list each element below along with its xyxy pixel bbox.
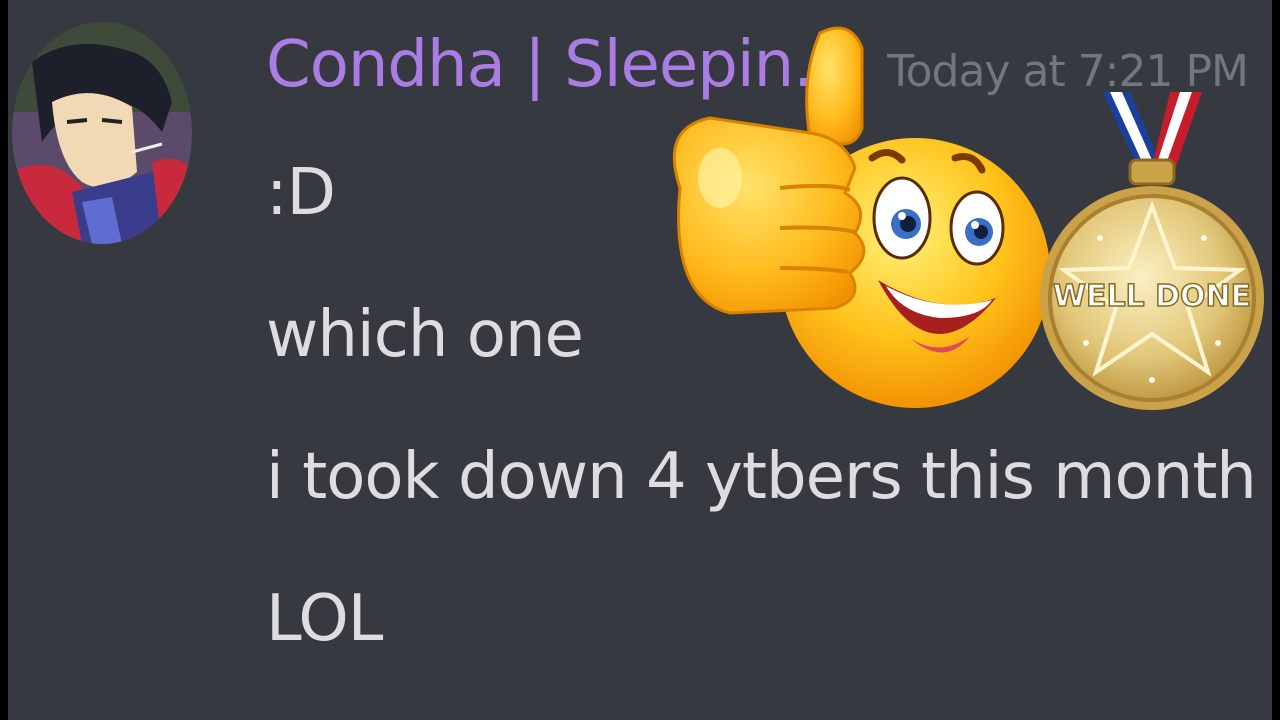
avatar[interactable] (12, 22, 192, 244)
message-line: LOL (266, 582, 383, 656)
message-line: which one (266, 298, 584, 372)
thumbs-up-smiley-icon (640, 18, 1060, 414)
video-frame: Condha | Sleepin... Today at 7:21 PM :D w… (0, 0, 1280, 720)
avatar-anime-character-icon (12, 22, 192, 244)
gold-medal-icon: WELL DONE (1030, 88, 1274, 412)
message-line: i took down 4 ytbers this month (266, 440, 1257, 514)
message-line: :D (266, 156, 336, 230)
medal-text: WELL DONE (1053, 279, 1251, 314)
